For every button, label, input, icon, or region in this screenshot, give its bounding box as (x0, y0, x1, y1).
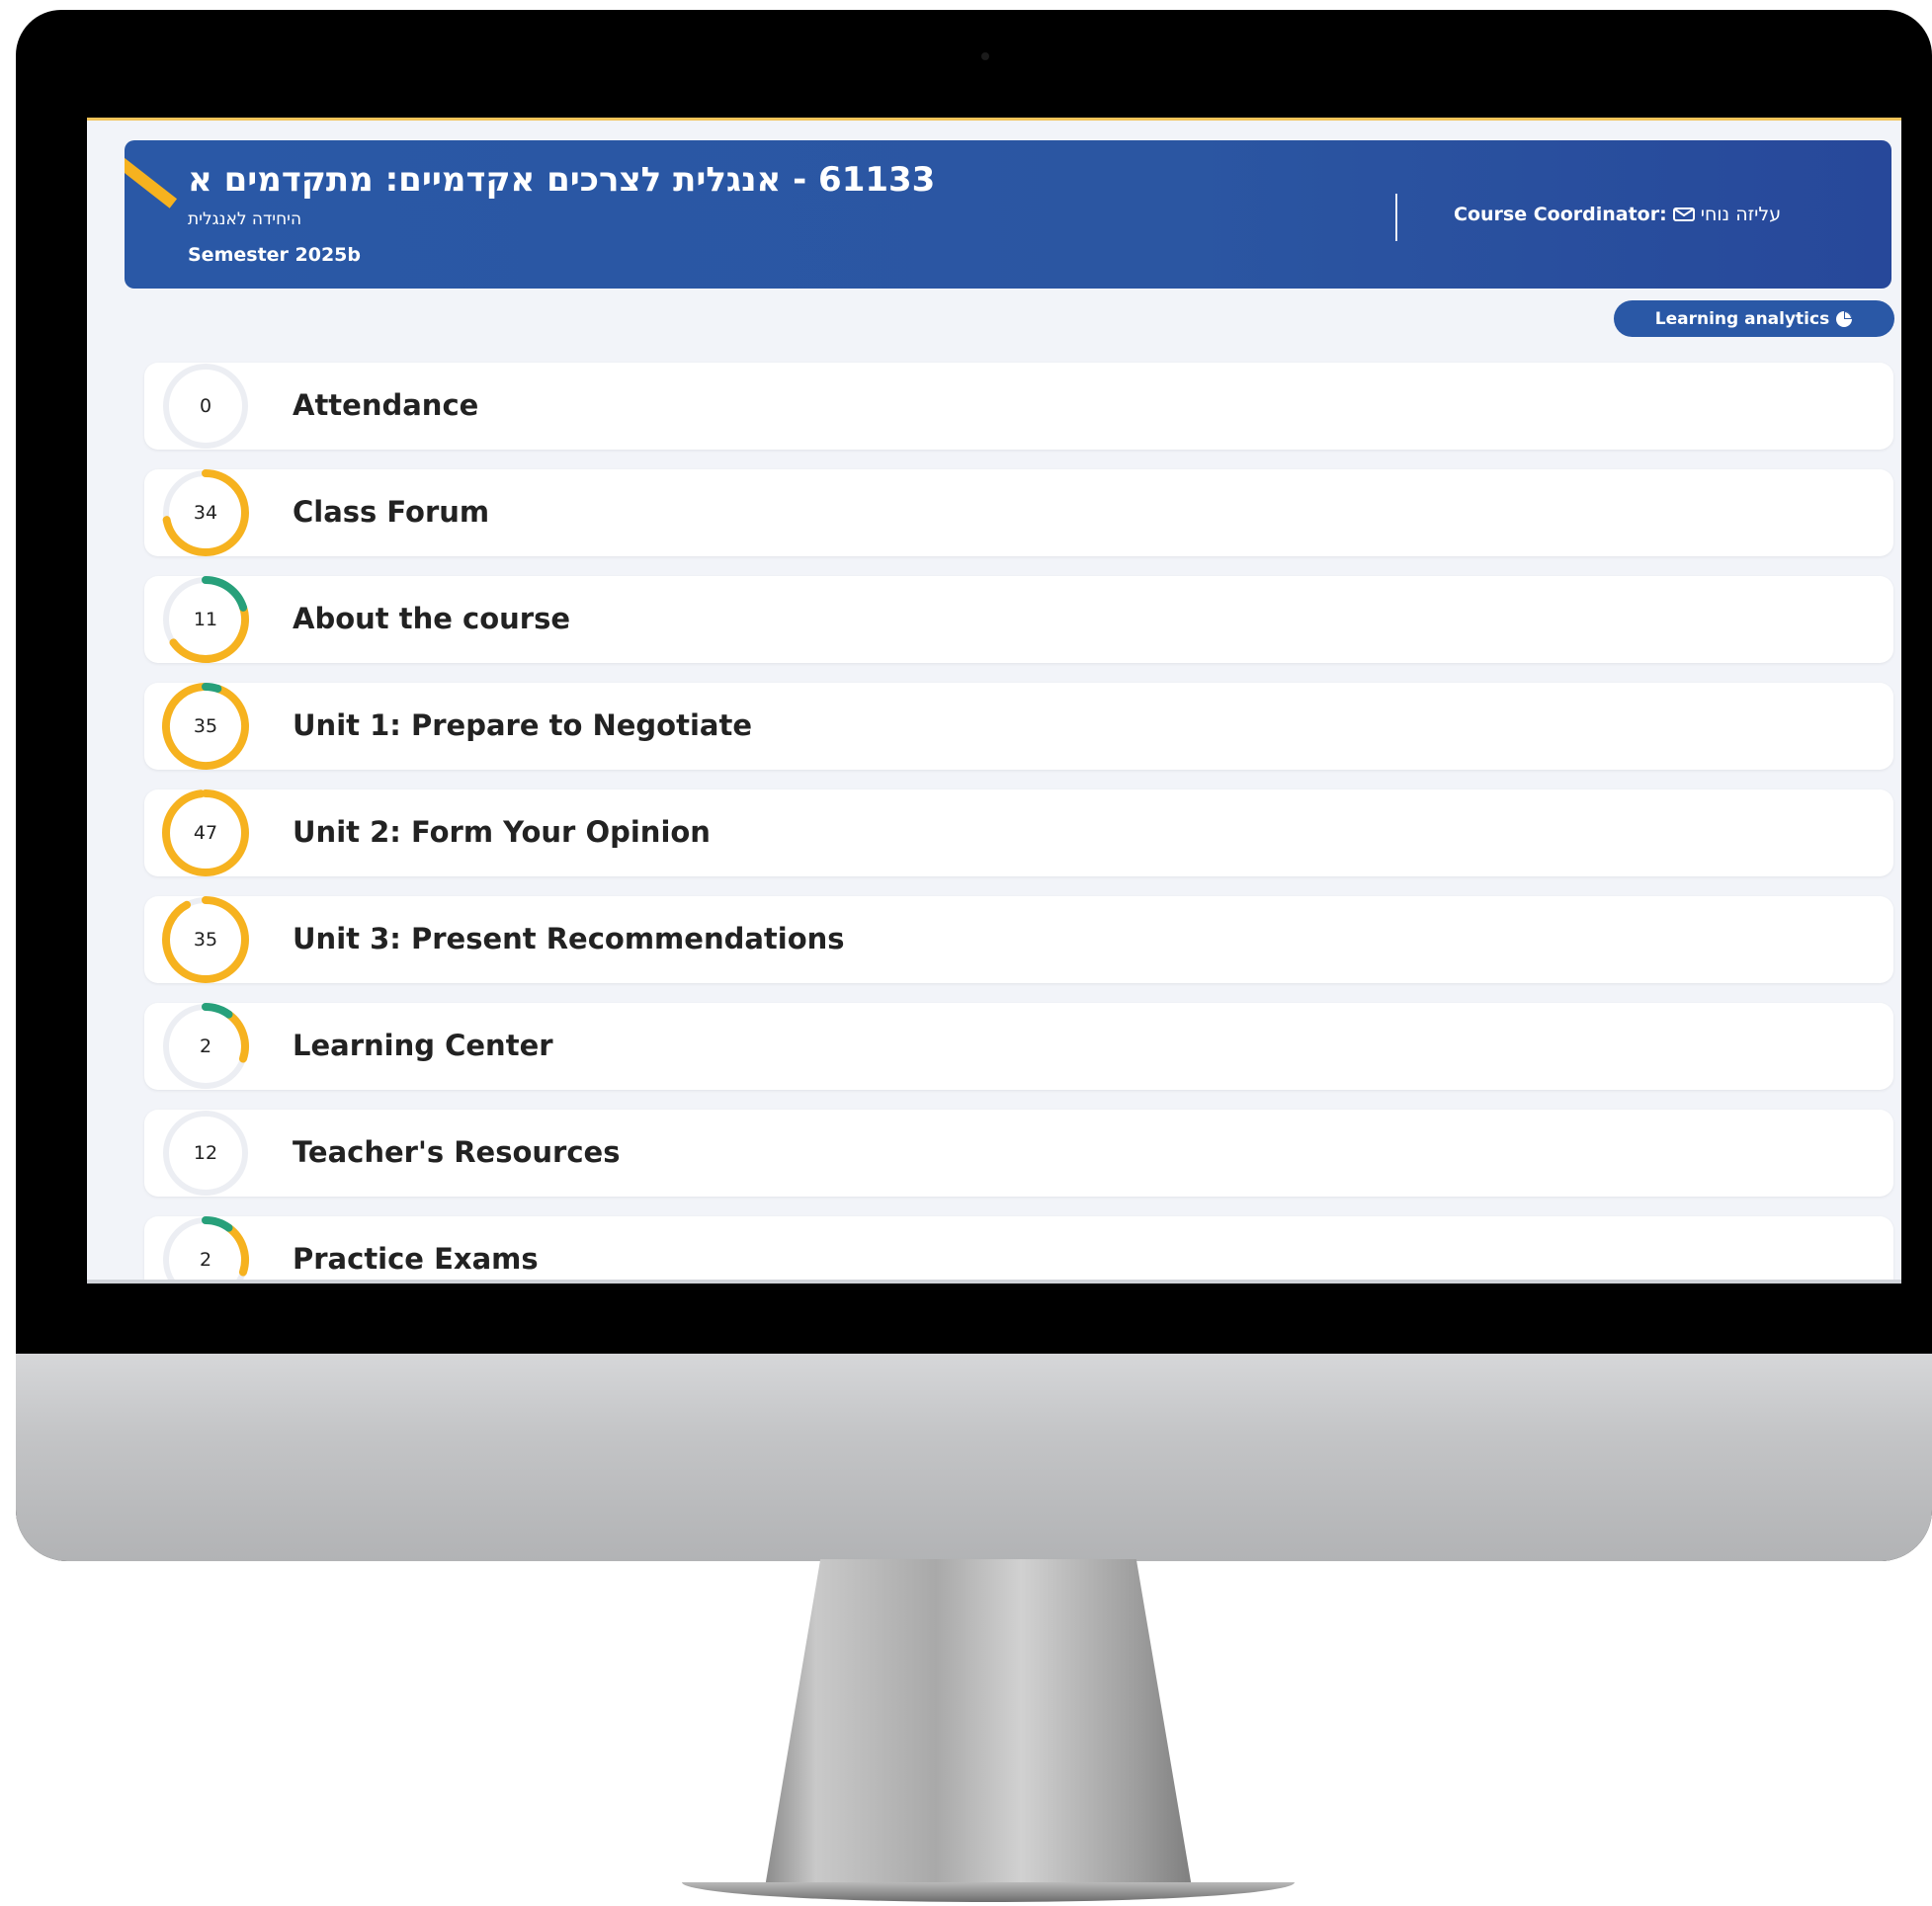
section-row[interactable]: 35 Unit 1: Prepare to Negotiate (144, 683, 1893, 770)
section-count: 12 (193, 1142, 218, 1164)
section-label[interactable]: Attendance (293, 388, 478, 422)
coordinator-label: Course Coordinator: (1454, 204, 1667, 225)
section-count: 34 (193, 502, 218, 524)
monitor-frame: 61133 - אנגלית לצרכים אקדמיים: מתקדמים א… (16, 10, 1932, 1561)
screen-bottom-edge (87, 1280, 1901, 1284)
progress-ring: 34 (144, 466, 267, 559)
pie-chart-icon (1836, 310, 1853, 327)
progress-ring: 47 (144, 787, 267, 879)
section-label[interactable]: Class Forum (293, 495, 489, 529)
section-count: 2 (199, 1036, 212, 1057)
course-title: 61133 - אנגלית לצרכים אקדמיים: מתקדמים א (188, 160, 936, 200)
header-divider (1395, 194, 1397, 241)
course-coordinator: Course Coordinator: עליזה נוחי (1454, 204, 1781, 225)
progress-ring: 35 (144, 893, 267, 986)
section-row[interactable]: 47 Unit 2: Form Your Opinion (144, 789, 1893, 876)
progress-ring: 12 (144, 1107, 267, 1200)
camera-dot (981, 52, 989, 60)
section-count: 35 (193, 715, 218, 737)
semester-label: Semester 2025b (188, 244, 361, 266)
screen: 61133 - אנגלית לצרכים אקדמיים: מתקדמים א… (87, 118, 1901, 1284)
monitor-chin (16, 1354, 1932, 1561)
section-label[interactable]: About the course (293, 602, 570, 635)
unit-name: היחידה לאנגלית (188, 209, 302, 229)
progress-ring: 0 (144, 360, 267, 453)
section-row[interactable]: 11 About the course (144, 576, 1893, 663)
section-label[interactable]: Learning Center (293, 1029, 553, 1062)
course-header: 61133 - אנגלית לצרכים אקדמיים: מתקדמים א… (125, 140, 1891, 289)
section-row[interactable]: 35 Unit 3: Present Recommendations (144, 896, 1893, 983)
section-count: 47 (193, 822, 218, 844)
section-row[interactable]: 34 Class Forum (144, 469, 1893, 556)
section-label[interactable]: Unit 2: Form Your Opinion (293, 815, 711, 849)
learning-analytics-label: Learning analytics (1654, 308, 1830, 329)
progress-ring: 11 (144, 573, 267, 666)
progress-ring: 2 (144, 1213, 267, 1284)
section-count: 35 (193, 929, 218, 951)
mail-icon[interactable] (1672, 207, 1695, 221)
section-label[interactable]: Teacher's Resources (293, 1135, 620, 1169)
section-count: 0 (199, 395, 212, 417)
section-label[interactable]: Unit 1: Prepare to Negotiate (293, 708, 752, 742)
corner-ribbon (125, 150, 178, 208)
progress-ring: 35 (144, 680, 267, 773)
section-label[interactable]: Practice Exams (293, 1242, 539, 1276)
section-label[interactable]: Unit 3: Present Recommendations (293, 922, 845, 955)
section-row[interactable]: 12 Teacher's Resources (144, 1110, 1893, 1197)
section-count: 2 (199, 1249, 212, 1271)
section-row[interactable]: 2 Practice Exams (144, 1216, 1893, 1284)
coordinator-name[interactable]: עליזה נוחי (1701, 204, 1781, 225)
section-count: 11 (193, 609, 218, 630)
monitor-stand-base (682, 1882, 1295, 1902)
monitor-stand (765, 1559, 1192, 1888)
learning-analytics-button[interactable]: Learning analytics (1614, 300, 1894, 337)
section-row[interactable]: 2 Learning Center (144, 1003, 1893, 1090)
section-row[interactable]: 0 Attendance (144, 363, 1893, 450)
progress-ring: 2 (144, 1000, 267, 1093)
